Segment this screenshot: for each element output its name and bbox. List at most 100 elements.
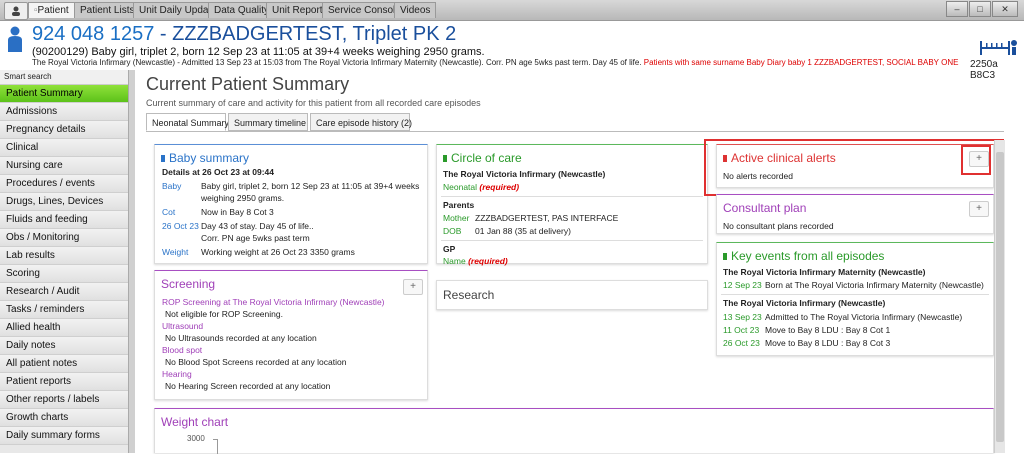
tab-care-episode-history[interactable]: Care episode history (2) — [310, 113, 412, 131]
row-value: Baby girl, triplet 2, born 12 Sep 23 at … — [201, 181, 420, 191]
row-value: Working weight at 26 Oct 23 3350 grams — [201, 247, 355, 257]
admission-text: The Royal Victoria Infirmary (Newcastle)… — [32, 58, 644, 67]
sidebar-item-daily-summary-forms[interactable]: Daily summary forms — [0, 427, 128, 445]
sidebar-item-daily-notes[interactable]: Daily notes — [0, 337, 128, 355]
gp-heading: GP — [443, 244, 456, 254]
gp-required[interactable]: (required) — [468, 256, 508, 266]
cot-icon[interactable] — [978, 37, 1018, 57]
divider — [721, 294, 989, 295]
add-screening-button[interactable]: + — [403, 279, 423, 295]
add-consultant-plan-button[interactable]: + — [969, 201, 989, 217]
patient-name: 924 048 1257 - ZZZBADGERTEST, Triplet PK… — [32, 23, 456, 46]
window-controls: – □ ✕ — [946, 1, 1018, 17]
screening-heading[interactable]: ROP Screening at The Royal Victoria Infi… — [162, 297, 385, 307]
tab-patient-lists[interactable]: Patient Lists — [74, 2, 141, 18]
row-label[interactable]: 26 Oct 23 — [162, 221, 199, 231]
screening-heading[interactable]: Ultrasound — [162, 321, 203, 331]
weight-chart-card: Weight chart 3000 — [154, 408, 994, 454]
top-tab-bar: ▫Patient Patient Lists Unit Daily Update… — [0, 0, 1024, 21]
weight-chart-title: Weight chart — [161, 415, 229, 429]
research-title: Research — [443, 288, 495, 302]
consultant-title: Consultant plan — [723, 201, 807, 215]
baby-summary-title-text: Baby summary — [169, 151, 250, 165]
nhs-number: 924 048 1257 — [32, 23, 155, 45]
row-label: Baby — [162, 181, 182, 191]
sidebar-item-scoring[interactable]: Scoring — [0, 265, 128, 283]
row-value: Day 43 of stay. Day 45 of life.. — [201, 221, 314, 231]
green-marker-icon — [443, 155, 447, 163]
minimize-button[interactable]: – — [946, 1, 968, 17]
row-value: Now in Bay 8 Cot 3 — [201, 207, 274, 217]
consultant-empty: No consultant plans recorded — [723, 221, 834, 231]
sidebar-item-allied-health[interactable]: Allied health — [0, 319, 128, 337]
sidebar-item-growth-charts[interactable]: Growth charts — [0, 409, 128, 427]
baby-summary-title: Baby summary — [161, 151, 249, 165]
event-text: Move to Bay 8 LDU : Bay 8 Cot 1 — [765, 325, 891, 335]
maximize-button[interactable]: □ — [969, 1, 991, 17]
patient-person-icon — [8, 26, 22, 52]
sidebar-item-obs-monitoring[interactable]: Obs / Monitoring — [0, 229, 128, 247]
tab-summary-timeline[interactable]: Summary timeline — [228, 113, 308, 131]
event-text: Born at The Royal Victoria Infirmary Mat… — [765, 280, 984, 290]
sidebar-item-fluids-feeding[interactable]: Fluids and feeding — [0, 211, 128, 229]
sidebar-item-pregnancy-details[interactable]: Pregnancy details — [0, 121, 128, 139]
screening-text: No Hearing Screen recorded at any locati… — [165, 381, 331, 391]
alerts-highlight-box — [704, 139, 1004, 196]
gp-name-label: Name — [443, 256, 466, 266]
sidebar-nav: Smart search Patient Summary Admissions … — [0, 70, 129, 453]
content-scrollbar[interactable] — [994, 140, 1005, 453]
neonatal-row: Neonatal (required) — [443, 182, 519, 192]
app-logo-icon[interactable] — [4, 2, 28, 20]
tab-neonatal-summary[interactable]: Neonatal Summary — [146, 113, 229, 131]
neonatal-required[interactable]: (required) — [479, 182, 519, 192]
sidebar-item-lab-results[interactable]: Lab results — [0, 247, 128, 265]
sidebar-item-clinical[interactable]: Clinical — [0, 139, 128, 157]
screening-text: Not eligible for ROP Screening. — [165, 309, 283, 319]
event-hospital: The Royal Victoria Infirmary (Newcastle) — [723, 298, 886, 308]
patient-header: 924 048 1257 - ZZZBADGERTEST, Triplet PK… — [0, 21, 1024, 81]
sidebar-scrollbar[interactable] — [129, 70, 135, 453]
key-events-title-text: Key events from all episodes — [731, 249, 885, 263]
event-date: 26 Oct 23 — [723, 338, 760, 348]
patient-fullname: - ZZZBADGERTEST, Triplet PK 2 — [154, 23, 457, 45]
sidebar-item-procedures-events[interactable]: Procedures / events — [0, 175, 128, 193]
blue-marker-icon — [161, 155, 165, 163]
smart-search[interactable]: Smart search — [0, 70, 128, 85]
tab-data-quality[interactable]: Data Quality — [208, 2, 276, 18]
sidebar-item-patient-summary[interactable]: Patient Summary — [0, 85, 128, 103]
row-value: weighing 2950 grams. — [201, 193, 285, 203]
sidebar-item-admissions[interactable]: Admissions — [0, 103, 128, 121]
sidebar-item-all-patient-notes[interactable]: All patient notes — [0, 355, 128, 373]
same-surname-alert[interactable]: Patients with same surname Baby Diary ba… — [644, 58, 959, 67]
event-date: 12 Sep 23 — [723, 280, 762, 290]
neonatal-label: Neonatal — [443, 182, 478, 192]
close-button[interactable]: ✕ — [992, 1, 1018, 17]
tab-patient[interactable]: ▫Patient — [28, 2, 75, 18]
sidebar-item-tasks-reminders[interactable]: Tasks / reminders — [0, 301, 128, 319]
event-text: Move to Bay 8 LDU : Bay 8 Cot 3 — [765, 338, 891, 348]
circle-of-care-card: Circle of care The Royal Victoria Infirm… — [436, 144, 708, 266]
screening-heading[interactable]: Blood spot — [162, 345, 202, 355]
sidebar-item-other-reports[interactable]: Other reports / labels — [0, 391, 128, 409]
research-card: Research — [436, 280, 708, 310]
dob-value: 01 Jan 88 (35 at delivery) — [475, 226, 571, 236]
screening-card: Screening + ROP Screening at The Royal V… — [154, 270, 428, 400]
event-hospital: The Royal Victoria Infirmary Maternity (… — [723, 267, 926, 277]
scrollbar-thumb[interactable] — [996, 152, 1004, 442]
dob-label: DOB — [443, 226, 462, 236]
sidebar-item-drugs-lines-devices[interactable]: Drugs, Lines, Devices — [0, 193, 128, 211]
sidebar-item-patient-reports[interactable]: Patient reports — [0, 373, 128, 391]
divider — [441, 196, 703, 197]
sidebar-item-nursing-care[interactable]: Nursing care — [0, 157, 128, 175]
consultant-plan-card: Consultant plan + No consultant plans re… — [716, 194, 994, 234]
mother-value: ZZZBADGERTEST, PAS INTERFACE — [475, 213, 619, 223]
sidebar-item-research-audit[interactable]: Research / Audit — [0, 283, 128, 301]
key-events-title: Key events from all episodes — [723, 249, 884, 263]
row-value: Corr. PN age 5wks past term — [201, 233, 310, 243]
gp-row: Name (required) — [443, 256, 508, 266]
circle-of-care-title: Circle of care — [443, 151, 522, 165]
screening-heading[interactable]: Hearing — [162, 369, 192, 379]
tab-videos[interactable]: Videos — [394, 2, 437, 18]
add-alert-highlight-box — [961, 145, 991, 175]
patient-description: (90200129) Baby girl, triplet 2, born 12… — [32, 46, 485, 58]
